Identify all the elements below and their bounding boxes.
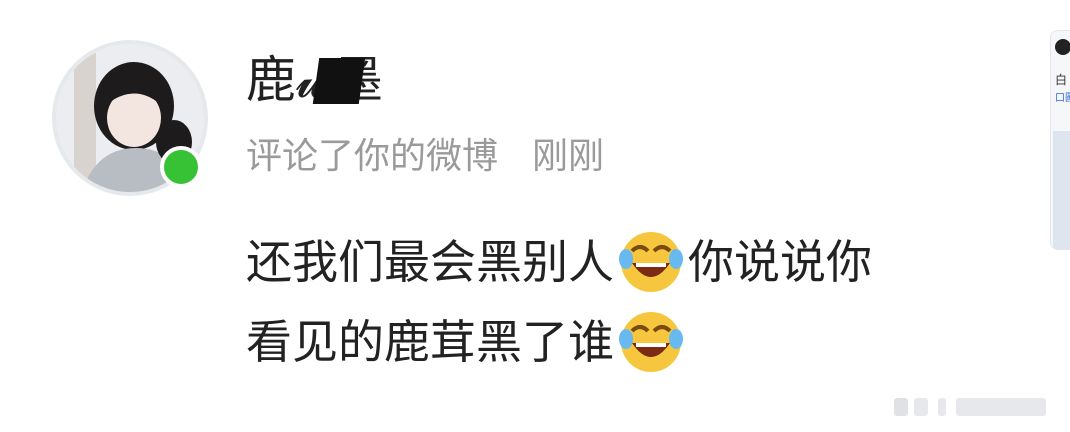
redaction-mark <box>312 58 366 104</box>
watermark-logo <box>894 394 1054 425</box>
comment-meta: 评论了你的微博 刚刚 <box>246 134 604 180</box>
comment-line-1: 还我们最会黑别人 你说说你 <box>246 222 1006 302</box>
weibo-thumbnail[interactable]: 白 口圖 <box>1050 30 1070 250</box>
comment-text: 看见的鹿茸黑了谁 <box>246 315 614 369</box>
watermark-icon <box>894 398 1046 416</box>
laugh-cry-emoji-icon <box>619 312 683 372</box>
comment-text: 还我们最会黑别人 <box>246 235 614 289</box>
thumbnail-link: 口圖 <box>1055 93 1070 104</box>
comment-line-2: 看见的鹿茸黑了谁 <box>246 302 1006 382</box>
timestamp: 刚刚 <box>532 136 605 177</box>
thumbnail-text: 白 <box>1055 73 1068 87</box>
comment-body: 还我们最会黑别人 你说说你 看见的鹿茸黑了谁 <box>246 222 1006 382</box>
thumbnail-avatar <box>1055 39 1070 55</box>
comment-text: 你说说你 <box>688 235 872 289</box>
laugh-cry-emoji-icon <box>619 232 683 292</box>
next-item-hint <box>240 424 840 432</box>
thumbnail-image <box>1053 131 1070 249</box>
online-status-dot <box>160 146 202 188</box>
action-text: 评论了你的微博 <box>246 136 499 177</box>
